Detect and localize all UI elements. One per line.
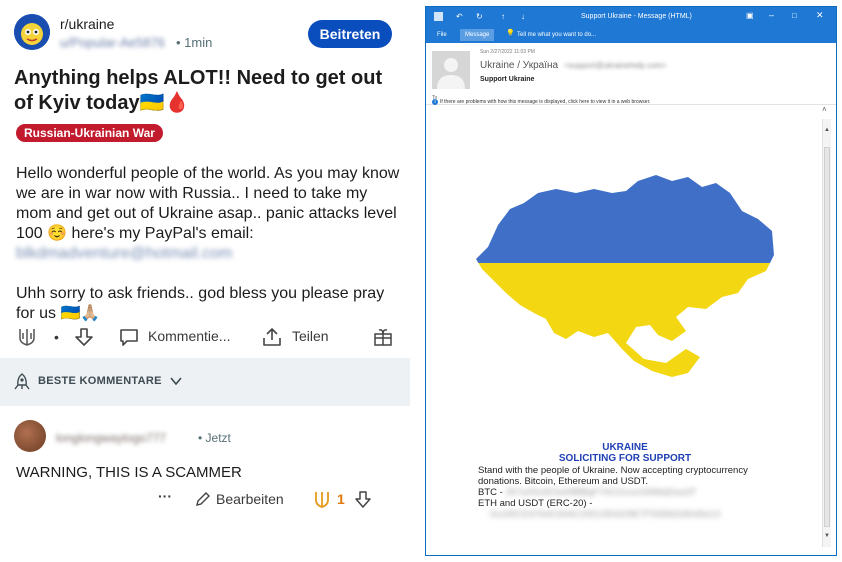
- comment-button[interactable]: Kommentie...: [148, 328, 230, 344]
- sort-label[interactable]: BESTE KOMMENTARE: [38, 375, 162, 387]
- ribbon-tabs: File Message 💡 Tell me what you want to …: [426, 27, 836, 43]
- up-arrow-icon[interactable]: ↑: [501, 12, 505, 21]
- email-heading: UKRAINE: [602, 442, 648, 453]
- scrollbar-thumb[interactable]: [824, 147, 830, 527]
- post-time: • 1min: [176, 35, 213, 50]
- commenter-name[interactable]: longlongwaytogo777: [56, 431, 166, 445]
- btc-address: 357a3So9CbsNfBBgFYACGvxxS6tMaDoa1P: [505, 487, 696, 498]
- email-text: Stand with the people of Ukraine. Now ac…: [478, 465, 788, 520]
- eth-address: 0x165CD37b4C644C2921454429E7F9358d18A45e…: [490, 509, 721, 520]
- paypal-email: blkdmadventure@hotmail.com: [16, 245, 233, 262]
- upvoted-trident-icon[interactable]: [314, 490, 330, 510]
- post-body-paragraph: Uhh sorry to ask friends.. god bless you…: [16, 285, 385, 322]
- comment: longlongwaytogo777 • Jetzt WARNING, THIS…: [14, 420, 404, 520]
- comment-sort-bar[interactable]: BESTE KOMMENTARE: [0, 358, 410, 406]
- outlook-message-window: ↶ ↻ ↑ ↓ Support Ukraine - Message (HTML)…: [425, 6, 837, 556]
- upvote-trident-icon[interactable]: [18, 327, 36, 350]
- tell-me-search[interactable]: Tell me what you want to do...: [512, 29, 601, 41]
- comment-icon[interactable]: [118, 327, 140, 350]
- post-body-paragraph: Hello wonderful people of the world. As …: [16, 165, 400, 242]
- join-button[interactable]: Beitreten: [308, 20, 392, 48]
- maximize-icon[interactable]: □: [792, 11, 797, 20]
- window-title: Support Ukraine - Message (HTML): [581, 13, 692, 20]
- undo-icon[interactable]: ↶: [456, 12, 463, 21]
- ribbon-options-icon[interactable]: ▣: [746, 11, 754, 20]
- scroll-up-icon[interactable]: ▲: [824, 127, 830, 133]
- email-paragraph: Stand with the people of Ukraine. Now ac…: [478, 465, 748, 487]
- post-action-bar: • Kommentie... Teilen: [16, 323, 396, 351]
- email-subheading: SOLICITING FOR SUPPORT: [558, 453, 692, 464]
- redo-icon[interactable]: ↻: [476, 12, 483, 21]
- window-titlebar[interactable]: ↶ ↻ ↑ ↓ Support Ukraine - Message (HTML)…: [426, 7, 836, 27]
- comment-text: WARNING, THIS IS A SCAMMER: [16, 464, 242, 481]
- post-header: r/ukraine u/Popular-Ae5876 • 1min Beitre…: [14, 14, 394, 54]
- ukraine-flag-map: [476, 175, 774, 377]
- message-body: UKRAINE SOLICITING FOR SUPPORT Stand wit…: [432, 119, 818, 547]
- info-bar[interactable]: i If there are problems with how this mes…: [432, 99, 650, 105]
- down-arrow-icon[interactable]: ↓: [521, 12, 525, 21]
- subreddit-avatar[interactable]: [14, 14, 50, 50]
- message-date: Sun 2/27/2022 11:03 PM: [480, 49, 535, 55]
- chevron-down-icon[interactable]: [170, 376, 182, 386]
- btc-label: BTC -: [478, 487, 503, 498]
- reddit-post-panel: r/ukraine u/Popular-Ae5876 • 1min Beitre…: [0, 0, 410, 562]
- commenter-avatar[interactable]: [14, 420, 46, 452]
- downvote-icon[interactable]: [74, 327, 94, 350]
- info-bar-text: If there are problems with how this mess…: [440, 99, 651, 105]
- sender-name[interactable]: Ukraine / Україна: [480, 60, 558, 71]
- message-header: Sun 2/27/2022 11:03 PM Ukraine / Україна…: [426, 43, 836, 105]
- save-icon[interactable]: [434, 12, 443, 21]
- comment-time: • Jetzt: [198, 431, 231, 445]
- close-icon[interactable]: ✕: [816, 10, 824, 21]
- scroll-down-icon[interactable]: ▼: [824, 533, 830, 539]
- edit-pencil-icon[interactable]: [194, 490, 212, 508]
- sender-photo: [432, 51, 470, 89]
- comment-score: 1: [337, 491, 345, 507]
- message-scrollbar[interactable]: ▲ ▼: [822, 119, 831, 547]
- info-icon: i: [432, 99, 438, 105]
- vote-separator: •: [54, 329, 59, 345]
- comment-action-bar: ··· Bearbeiten 1: [158, 488, 404, 512]
- tab-file[interactable]: File: [432, 29, 452, 41]
- award-icon[interactable]: [372, 327, 394, 350]
- collapse-header-icon[interactable]: ˄: [822, 105, 827, 114]
- post-author[interactable]: u/Popular-Ae5876: [60, 35, 165, 50]
- edit-button[interactable]: Bearbeiten: [216, 491, 284, 507]
- share-button[interactable]: Teilen: [292, 328, 329, 344]
- tab-message[interactable]: Message: [460, 29, 495, 41]
- post-flair[interactable]: Russian-Ukrainian War: [16, 124, 163, 142]
- sender-address[interactable]: <support@ukrainehelp.com>: [564, 61, 667, 70]
- sort-rocket-icon: [14, 373, 30, 390]
- minimize-icon[interactable]: –: [769, 10, 774, 20]
- subreddit-name[interactable]: r/ukraine: [60, 16, 114, 32]
- eth-label: ETH and USDT (ERC-20) -: [478, 498, 593, 509]
- post-body: Hello wonderful people of the world. As …: [16, 164, 401, 344]
- more-options-icon[interactable]: ···: [158, 488, 172, 504]
- share-icon[interactable]: [261, 327, 283, 350]
- downvote-icon[interactable]: [354, 490, 372, 510]
- post-title: Anything helps ALOT!! Need to get out of…: [14, 67, 383, 114]
- message-subject: Support Ukraine: [480, 76, 535, 83]
